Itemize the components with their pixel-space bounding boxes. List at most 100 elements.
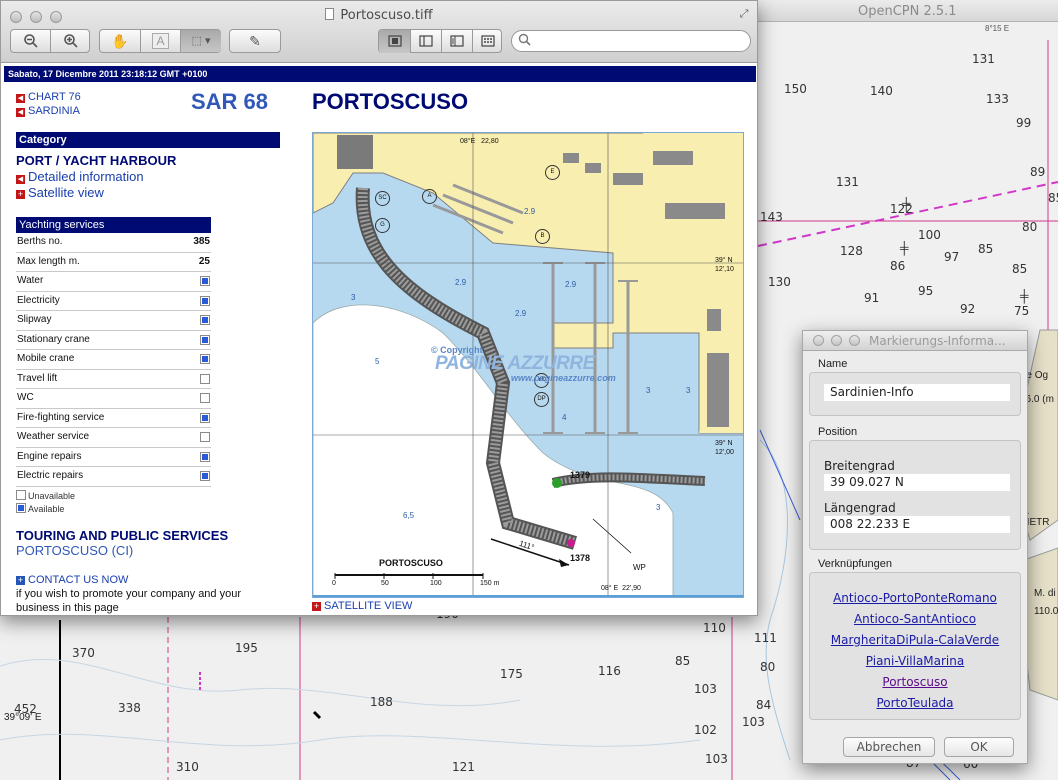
depth-sounding: 175	[500, 667, 523, 681]
zoom-in-button[interactable]	[51, 30, 90, 55]
map-depth-label: 3	[351, 293, 356, 302]
map-depth-label: 2.9	[524, 207, 536, 216]
service-label: Max length m.	[17, 255, 80, 267]
map-right-coord-1: 39° N 12',10	[715, 257, 734, 273]
depth-sounding: 150	[784, 82, 807, 96]
touring-section: TOURING AND PUBLIC SERVICES PORTOSCUSO (…	[16, 528, 296, 558]
scale-tick-label: 150 m	[480, 580, 500, 587]
depth-sounding: 85	[1048, 191, 1058, 205]
marker-link[interactable]: Antioco-SantAntioco	[810, 612, 1020, 626]
depth-contour-3	[0, 733, 701, 747]
contact-section: + CONTACT US NOW if you wish to promote y…	[16, 573, 266, 615]
dialog-zoom-button[interactable]	[849, 335, 860, 346]
search-field[interactable]	[511, 30, 751, 52]
wreck-symbol-2: ╪	[899, 241, 909, 256]
map-depth-label: 4	[562, 413, 567, 422]
depth-sounding: 111	[754, 631, 777, 645]
preview-window[interactable]: Portoscuso.tiff ⤢ ✋ A ⬚ ▾ ✎ Sabato, 17 D…	[0, 0, 758, 616]
window-title-text: Portoscuso.tiff	[340, 8, 433, 23]
satellite-view-bottom-link[interactable]: + SATELLITE VIEW	[312, 600, 412, 612]
service-row: WC	[16, 389, 211, 409]
depth-sounding: 89	[1030, 165, 1046, 179]
map-depth-label: 3	[686, 386, 691, 395]
service-label: Electricity	[17, 294, 60, 306]
back-arrow-icon: ◀	[16, 175, 25, 184]
zoom-out-button[interactable]	[11, 30, 50, 55]
harbour-map[interactable]: 2.9 2.9 2.9 2.9 3 5 3 3 4 3 6,5 SC A G E B YC DP 08°E 22…	[312, 132, 744, 598]
map-service-symbol: G	[375, 218, 390, 233]
search-input[interactable]	[536, 33, 742, 49]
service-row: Weather service	[16, 428, 211, 448]
map-service-symbol: DP	[534, 392, 549, 407]
service-label: Water	[17, 275, 44, 286]
service-row: Electricity	[16, 292, 211, 311]
fullscreen-icon[interactable]: ⤢	[737, 7, 751, 21]
annotate-button[interactable]: ✎	[229, 29, 281, 53]
service-label: Mobile crane	[17, 353, 75, 364]
zoom-out-icon	[23, 34, 38, 48]
map-top-coord: 08°E 22,80	[460, 138, 499, 145]
latitude-field[interactable]: 39 09.027 N	[824, 474, 1010, 491]
contact-link[interactable]: + CONTACT US NOW	[16, 573, 266, 587]
chart-link[interactable]: ◀ CHART 76	[16, 90, 81, 104]
services-list: Berths no. 385 Max length m. 25 Water Electri…	[16, 233, 211, 487]
hand-tool-icon[interactable]: ✋	[100, 30, 140, 52]
empty-checkbox-icon	[16, 489, 26, 500]
marker-link[interactable]: PortoTeulada	[810, 696, 1020, 710]
marker-info-dialog[interactable]: Markierungs-Informa... Name Sardinien-In…	[802, 330, 1028, 764]
content-only-view-button[interactable]	[379, 30, 410, 53]
toc-view-button[interactable]	[442, 30, 472, 53]
contact-sheet-view-button[interactable]	[473, 30, 503, 53]
available-checkbox-icon	[200, 354, 210, 364]
unavailable-checkbox-icon	[200, 373, 210, 384]
service-label: Stationary crane	[17, 333, 90, 345]
map-service-symbol: E	[545, 165, 560, 180]
name-field[interactable]: Sardinien-Info	[824, 384, 1010, 401]
service-label: Berths no.	[17, 236, 63, 247]
chart-side-label: 110.0	[1034, 606, 1058, 617]
depth-sounding: 86	[890, 259, 906, 273]
satellite-view-link[interactable]: + Satellite view	[16, 185, 280, 200]
longitude-field[interactable]: 008 22.233 E	[824, 516, 1010, 533]
marker-link[interactable]: Piani-VillaMarina	[810, 654, 1020, 668]
available-checkbox-icon	[200, 451, 210, 462]
depth-sounding: 91	[864, 291, 880, 305]
dialog-titlebar[interactable]: Markierungs-Informa...	[803, 331, 1027, 351]
date-bar: Sabato, 17 Dicembre 2011 23:18:12 GMT +0…	[4, 66, 756, 82]
pencil-icon: ✎	[249, 33, 261, 49]
map-depth-label: 2.9	[455, 278, 467, 287]
depth-sounding: 122	[890, 202, 913, 216]
cancel-button[interactable]: Abbrechen	[843, 737, 935, 757]
thumbnails-view-button[interactable]	[411, 30, 441, 53]
marker-link[interactable]: Antioco-PortoPonteRomano	[810, 591, 1020, 605]
harbour-code: SAR 68	[191, 89, 269, 114]
service-row: Water	[16, 272, 211, 292]
text-select-icon[interactable]: A	[141, 30, 180, 52]
detailed-info-link[interactable]: ◀ Detailed information	[16, 169, 280, 184]
depth-sounding: 102	[694, 723, 717, 737]
ok-button[interactable]: OK	[944, 737, 1014, 757]
depth-sounding: 370	[72, 646, 95, 660]
opencpn-title: OpenCPN 2.5.1	[858, 4, 957, 19]
service-row: Fire-fighting service	[16, 409, 211, 428]
depth-contour-2	[0, 658, 521, 707]
depth-sounding: 85	[675, 654, 691, 668]
view-mode-control	[378, 29, 502, 53]
sidebar-icon	[450, 35, 464, 47]
depth-sounding: 143	[760, 210, 783, 224]
service-row: Berths no. 385	[16, 233, 211, 253]
preview-titlebar[interactable]: Portoscuso.tiff ⤢ ✋ A ⬚ ▾ ✎	[1, 1, 757, 63]
depth-sounding: 103	[694, 682, 717, 696]
dialog-close-button[interactable]	[813, 335, 824, 346]
rect-select-icon[interactable]: ⬚ ▾	[181, 30, 221, 52]
marker-link[interactable]: MargheritaDiPula-CalaVerde	[810, 633, 1020, 647]
available-checkbox-icon	[200, 315, 210, 325]
grid-icon	[481, 35, 495, 47]
sardinia-link[interactable]: ◀ SARDINIA	[16, 104, 81, 118]
scale-title: PORTOSCUSO	[379, 558, 443, 568]
marker-link[interactable]: Portoscuso	[810, 675, 1020, 689]
dialog-minimize-button[interactable]	[831, 335, 842, 346]
position-label: Position	[818, 426, 858, 438]
legend-available: Available	[16, 502, 211, 514]
service-label: Engine repairs	[17, 450, 82, 462]
